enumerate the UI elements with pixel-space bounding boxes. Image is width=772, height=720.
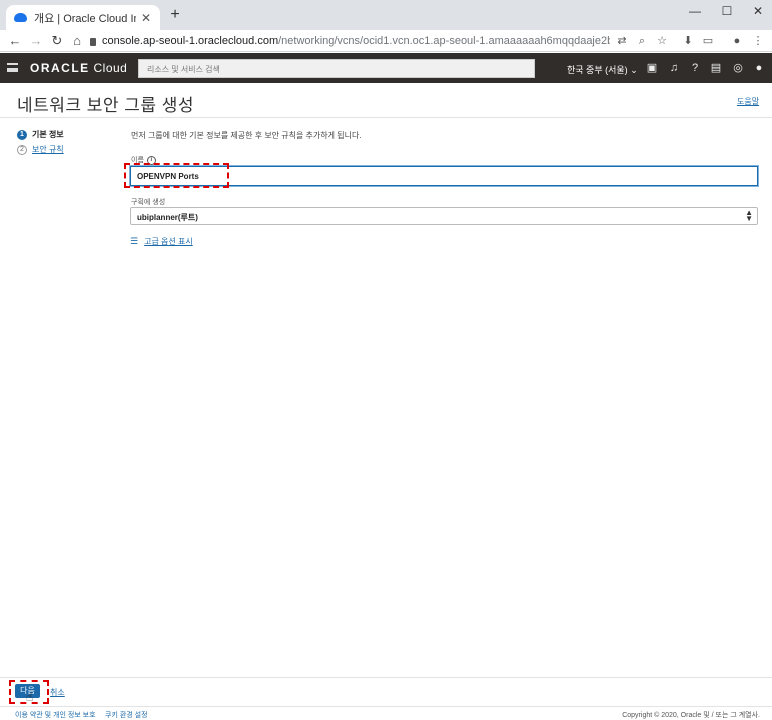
advanced-options-link[interactable]: ☰ 고급 옵션 표시 bbox=[130, 236, 193, 247]
select-updown-arrow-icon: ▲ ▼ bbox=[745, 208, 753, 223]
tab-close-icon[interactable]: ✕ bbox=[140, 11, 152, 25]
title-divider bbox=[0, 117, 772, 118]
step-label: 기본 정보 bbox=[32, 130, 64, 139]
page-title: 네트워크 보안 그룹 생성 bbox=[17, 96, 195, 115]
back-icon[interactable]: ← bbox=[6, 32, 24, 50]
translate-icon[interactable]: ⇄ bbox=[614, 33, 630, 49]
cast-icon[interactable]: ▭ bbox=[700, 33, 716, 49]
bookmark-star-icon[interactable]: ☆ bbox=[654, 33, 670, 49]
url-path: /networking/vcns/ocid1.vcn.oc1.ap-seoul-… bbox=[278, 35, 610, 47]
new-tab-icon[interactable]: + bbox=[166, 6, 184, 24]
profile-icon[interactable]: ● bbox=[729, 33, 745, 49]
forward-icon[interactable]: → bbox=[27, 32, 45, 50]
browser-tab-bar: 개요 | Oracle Cloud Infrastructure ✕ + — ☐… bbox=[0, 0, 772, 30]
bottom-bar: 이용 약관 및 개인 정보 보호 쿠키 환경 설정 Copyright © 20… bbox=[0, 706, 772, 720]
home-icon[interactable]: ⌂ bbox=[68, 32, 86, 50]
reload-icon[interactable]: ↻ bbox=[48, 32, 66, 50]
form-intro-text: 먼저 그룹에 대한 기본 정보를 제공한 후 보안 규칙을 추가하게 됩니다. bbox=[131, 131, 362, 140]
step-number: 2 bbox=[17, 144, 27, 155]
lock-icon bbox=[90, 38, 97, 46]
user-profile-icon[interactable]: ● bbox=[752, 61, 766, 75]
tab-title: 개요 | Oracle Cloud Infrastructure bbox=[34, 12, 136, 25]
download-icon[interactable]: ⬇ bbox=[680, 33, 696, 49]
step-label[interactable]: 보안 규칙 bbox=[32, 144, 64, 155]
step-basic-info: 1 기본 정보 bbox=[17, 129, 64, 140]
help-icon[interactable]: ? bbox=[688, 61, 702, 75]
step-number: 1 bbox=[17, 129, 27, 140]
feedback-icon[interactable]: ▤ bbox=[709, 61, 723, 75]
footer-divider bbox=[0, 677, 772, 678]
copyright-text: Copyright © 2020, Oracle 및 / 또는 그 계열사. bbox=[622, 712, 760, 719]
url-host: console.ap-seoul-1.oraclecloud.com bbox=[102, 35, 279, 47]
terms-privacy-link[interactable]: 이용 약관 및 개인 정보 보호 bbox=[15, 710, 96, 720]
console-search-input[interactable]: 리소스 및 서비스 검색 bbox=[138, 59, 535, 78]
oracle-cloud-logo[interactable]: ORACLE Cloud bbox=[30, 61, 127, 75]
address-bar[interactable]: console.ap-seoul-1.oraclecloud.com/netwo… bbox=[90, 31, 610, 51]
browser-tab[interactable]: 개요 | Oracle Cloud Infrastructure ✕ bbox=[6, 5, 160, 30]
step-security-rules[interactable]: 2 보안 규칙 bbox=[17, 144, 64, 155]
language-globe-icon[interactable]: ◎ bbox=[731, 61, 745, 75]
cloud-shell-icon[interactable]: ▣ bbox=[645, 61, 659, 75]
minimize-icon[interactable]: — bbox=[683, 2, 707, 22]
console-header: ORACLE Cloud 리소스 및 서비스 검색 한국 중부 (서울) ⌄ ▣… bbox=[0, 53, 772, 83]
zoom-icon[interactable]: ⌕ bbox=[634, 33, 650, 49]
region-selector[interactable]: 한국 중부 (서울) ⌄ bbox=[567, 63, 638, 76]
maximize-icon[interactable]: ☐ bbox=[715, 2, 739, 22]
compartment-select[interactable]: ubiplanner(루트) ▲ ▼ bbox=[130, 207, 758, 225]
notification-bell-icon[interactable]: ♫ bbox=[667, 61, 681, 75]
hand-cursor-icon: ☝ bbox=[26, 690, 34, 704]
compartment-selected-value: ubiplanner(루트) bbox=[137, 213, 198, 222]
cookie-preferences-link[interactable]: 쿠키 환경 설정 bbox=[105, 710, 148, 720]
browser-menu-icon[interactable]: ⋮ bbox=[750, 33, 766, 49]
cancel-link[interactable]: 취소 bbox=[50, 687, 65, 698]
name-field-label: 이름 i bbox=[131, 155, 156, 165]
chevron-down-icon: ⌄ bbox=[630, 65, 638, 75]
window-close-icon[interactable]: ✕ bbox=[746, 2, 770, 22]
browser-toolbar: ← → ↻ ⌂ console.ap-seoul-1.oraclecloud.c… bbox=[0, 30, 772, 52]
settings-sliders-icon: ☰ bbox=[130, 236, 139, 246]
oracle-cloud-favicon-icon bbox=[14, 13, 27, 22]
hamburger-menu-icon[interactable] bbox=[7, 63, 18, 72]
info-icon[interactable]: i bbox=[146, 155, 156, 165]
help-link[interactable]: 도움말 bbox=[737, 96, 759, 107]
compartment-field-label: 구획에 생성 bbox=[131, 199, 166, 206]
name-input[interactable] bbox=[130, 166, 758, 186]
